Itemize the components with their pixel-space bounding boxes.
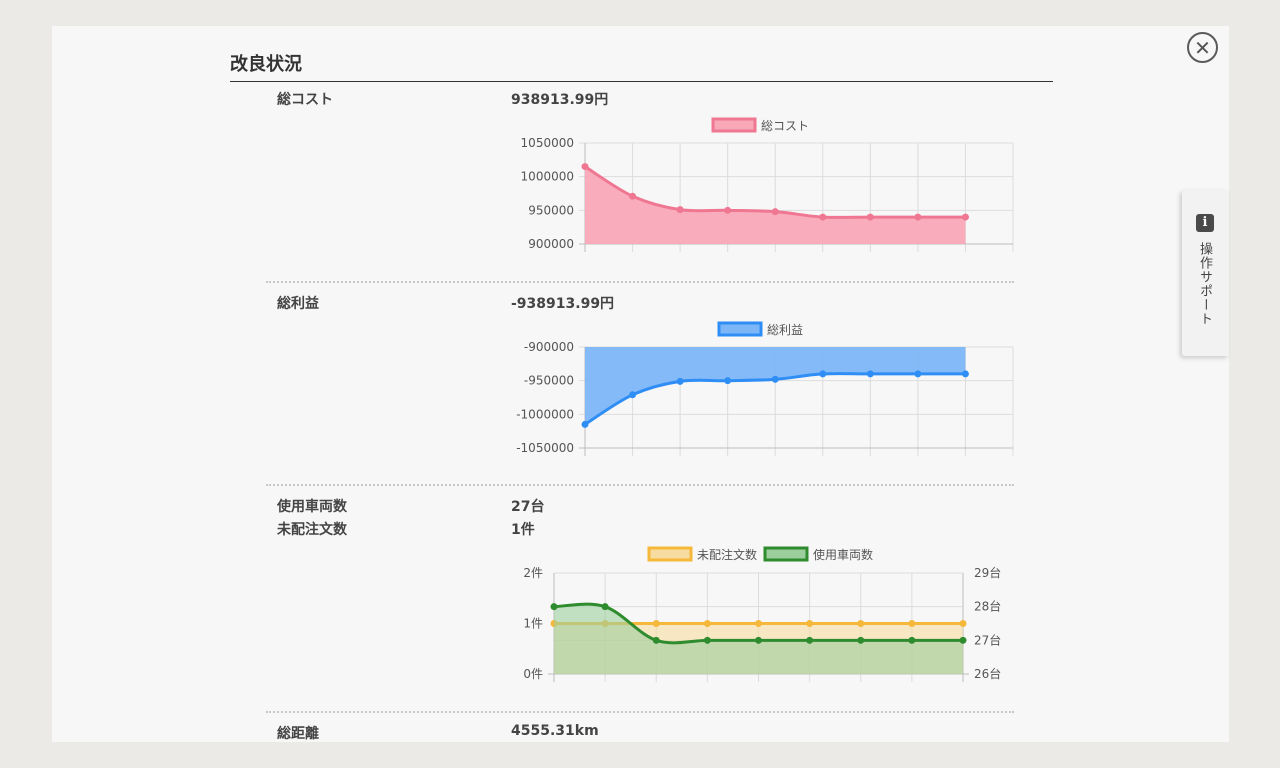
support-tab-label: 操作サポート (1197, 242, 1212, 326)
right-tick-label: 29台 (974, 565, 1001, 580)
vehicles-value: 27台 (511, 499, 545, 515)
legend-swatch (717, 321, 763, 337)
data-point (908, 636, 916, 644)
y-tick-label: 1000000 (521, 170, 574, 184)
data-point (914, 213, 922, 221)
left-tick-label: 1件 (523, 617, 543, 631)
data-point (857, 636, 865, 644)
distance-value: 4555.31km (511, 723, 599, 739)
data-point (819, 213, 827, 221)
data-point (703, 636, 711, 644)
cost-chart: 総コスト 1050000 1000000 950000 900000 (521, 117, 1014, 252)
data-point (961, 213, 969, 221)
y-tick-label: 900000 (528, 237, 574, 251)
data-point (771, 375, 779, 383)
divider (266, 484, 1014, 486)
right-tick-label: 27台 (974, 632, 1001, 647)
data-point (959, 620, 967, 627)
legend-label: 使用車両数 (813, 547, 873, 562)
right-tick-label: 26台 (974, 666, 1001, 681)
vehicles-label: 使用車両数 (277, 499, 347, 515)
y-tick-label: 1050000 (521, 136, 574, 150)
y-tick-label: 950000 (528, 203, 574, 217)
info-icon: i (1196, 214, 1214, 232)
data-point (755, 620, 762, 627)
left-tick-label: 0件 (523, 667, 543, 681)
data-point (629, 391, 637, 399)
cost-value: 938913.99円 (511, 92, 609, 108)
y-tick-label: -950000 (524, 374, 574, 388)
vehicles-orders-chart: 未配注文数 使用車両数 2件 1件 0件 29台 28台 27台 26台 (523, 546, 1001, 682)
divider (266, 711, 1014, 713)
close-icon: ✕ (1194, 35, 1211, 60)
data-point (581, 420, 589, 428)
data-point (866, 213, 874, 221)
data-point (601, 603, 609, 611)
legend-swatch (711, 117, 757, 133)
data-point (961, 370, 969, 378)
data-point (629, 192, 637, 200)
data-point (755, 636, 762, 644)
profit-chart: 総利益 -900000 -950000 -1000000 -1050000 (516, 321, 1014, 456)
data-point (866, 370, 874, 378)
y-tick-label: -1000000 (516, 407, 574, 421)
legend-label: 未配注文数 (697, 547, 757, 562)
data-point (703, 620, 711, 627)
data-point (819, 370, 827, 378)
data-point (771, 208, 779, 216)
y-tick-label: -900000 (524, 340, 574, 354)
legend-label: 総コスト (761, 119, 809, 133)
data-point (676, 377, 684, 385)
section-title: 改良状況 (230, 50, 1053, 82)
data-point (581, 163, 589, 171)
support-tab[interactable]: i 操作サポート (1182, 190, 1229, 356)
right-tick-label: 28台 (974, 599, 1001, 614)
profit-label: 総利益 (277, 296, 319, 312)
data-point (676, 206, 684, 214)
data-point (724, 377, 732, 385)
close-button[interactable]: ✕ (1187, 32, 1218, 63)
data-point (724, 206, 732, 214)
distance-label: 総距離 (277, 726, 319, 742)
orders-value: 1件 (511, 522, 535, 538)
y-tick-label: -1050000 (516, 441, 574, 455)
data-point (914, 370, 922, 378)
data-point (908, 620, 916, 627)
legend-swatch (647, 546, 693, 562)
legend-label: 総利益 (767, 323, 803, 337)
cost-label: 総コスト (277, 92, 333, 108)
data-point (806, 620, 814, 627)
divider (266, 281, 1014, 283)
profit-value: -938913.99円 (511, 296, 615, 312)
left-tick-label: 2件 (523, 566, 543, 580)
data-point (959, 636, 967, 644)
data-point (550, 603, 558, 611)
orders-label: 未配注文数 (277, 522, 347, 538)
data-point (857, 620, 865, 627)
data-point (652, 620, 660, 627)
legend-swatch (763, 546, 809, 562)
data-point (806, 636, 814, 644)
data-point (652, 636, 660, 644)
